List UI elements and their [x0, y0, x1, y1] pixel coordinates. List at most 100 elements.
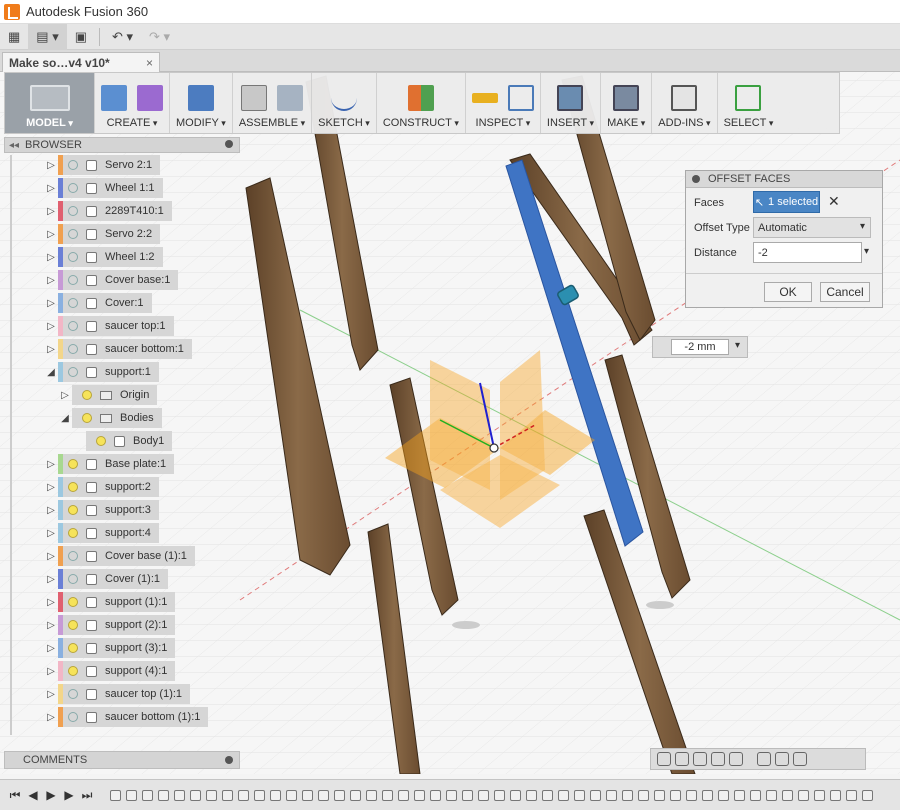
display-settings-icon[interactable] — [757, 752, 771, 766]
timeline-feature-icon[interactable] — [382, 789, 393, 801]
tree-node[interactable]: ▷ Servo 2:1 — [44, 155, 161, 175]
tree-node-chip[interactable]: Cover (1):1 — [58, 569, 169, 589]
tree-node-chip[interactable]: support:2 — [58, 477, 159, 497]
tree-node-chip[interactable]: Cover base (1):1 — [58, 546, 195, 566]
timeline-feature-icon[interactable] — [734, 789, 745, 801]
tree-node-chip[interactable]: Cover base:1 — [58, 270, 179, 290]
make-menu[interactable]: MAKE — [601, 73, 653, 133]
visibility-bulb-icon[interactable] — [68, 183, 78, 193]
expand-arrow-icon[interactable]: ▷ — [44, 597, 58, 608]
tree-node[interactable]: ▷ support (2):1 — [44, 615, 176, 635]
expand-arrow-icon[interactable]: ▷ — [44, 206, 58, 217]
expand-arrow-icon[interactable]: ▷ — [44, 344, 58, 355]
visibility-bulb-icon[interactable] — [68, 689, 78, 699]
timeline-feature-icon[interactable] — [446, 789, 457, 801]
distance-dropdown-icon[interactable]: ▾ — [864, 246, 869, 257]
select-menu[interactable]: SELECT — [718, 73, 780, 133]
zoom-icon[interactable] — [711, 752, 725, 766]
expand-arrow-icon[interactable]: ▷ — [44, 528, 58, 539]
timeline-feature-icon[interactable] — [238, 789, 249, 801]
timeline-feature-icon[interactable] — [654, 789, 665, 801]
cancel-button[interactable]: Cancel — [820, 282, 870, 302]
visibility-bulb-icon[interactable] — [82, 390, 92, 400]
addins-menu[interactable]: ADD-INS — [652, 73, 718, 133]
timeline-feature-icon[interactable] — [574, 789, 585, 801]
offset-type-dropdown[interactable]: Automatic — [753, 217, 871, 238]
visibility-bulb-icon[interactable] — [68, 344, 78, 354]
visibility-bulb-icon[interactable] — [68, 252, 78, 262]
visibility-bulb-icon[interactable] — [68, 551, 78, 561]
timeline-feature-icon[interactable] — [830, 789, 841, 801]
visibility-bulb-icon[interactable] — [68, 367, 78, 377]
visibility-bulb-icon[interactable] — [82, 413, 92, 423]
visibility-bulb-icon[interactable] — [68, 206, 78, 216]
visibility-bulb-icon[interactable] — [68, 229, 78, 239]
play-icon[interactable]: ▶ — [42, 788, 60, 802]
visibility-bulb-icon[interactable] — [68, 459, 78, 469]
expand-arrow-icon[interactable]: ▷ — [44, 252, 58, 263]
orbit-icon[interactable] — [657, 752, 671, 766]
timeline-feature-icon[interactable] — [814, 789, 825, 801]
tree-node-chip[interactable]: Base plate:1 — [58, 454, 175, 474]
visibility-bulb-icon[interactable] — [68, 505, 78, 515]
expand-arrow-icon[interactable]: ▷ — [44, 321, 58, 332]
inspect-menu[interactable]: INSPECT — [466, 73, 541, 133]
expand-arrow-icon[interactable]: ▷ — [44, 459, 58, 470]
tree-node-chip[interactable]: Servo 2:2 — [58, 224, 161, 244]
collapse-panel-icon[interactable]: ◂◂ — [9, 140, 19, 151]
timeline-feature-icon[interactable] — [798, 789, 809, 801]
timeline-feature-icon[interactable] — [462, 789, 473, 801]
timeline-feature-icon[interactable] — [302, 789, 313, 801]
viewports-icon[interactable] — [793, 752, 807, 766]
timeline-feature-icon[interactable] — [558, 789, 569, 801]
tree-node-chip[interactable]: saucer bottom:1 — [58, 339, 192, 359]
comments-panel[interactable]: COMMENTS — [4, 751, 240, 769]
visibility-bulb-icon[interactable] — [68, 160, 78, 170]
visibility-bulb-icon[interactable] — [68, 482, 78, 492]
timeline-feature-icon[interactable] — [366, 789, 377, 801]
timeline-feature-icon[interactable] — [318, 789, 329, 801]
comments-pin-icon[interactable] — [225, 756, 233, 764]
tree-node[interactable]: ▷ support:4 — [44, 523, 159, 543]
timeline-feature-icon[interactable] — [862, 789, 873, 801]
timeline-feature-icon[interactable] — [430, 789, 441, 801]
expand-arrow-icon[interactable]: ▷ — [44, 505, 58, 516]
step-forward-icon[interactable]: ▶ — [60, 788, 78, 802]
expand-arrow-icon[interactable]: ▷ — [44, 574, 58, 585]
tree-node-chip[interactable]: support (2):1 — [58, 615, 176, 635]
tree-node[interactable]: ▷ saucer top (1):1 — [44, 684, 191, 704]
step-back-icon[interactable]: ◀ — [24, 788, 42, 802]
tree-node[interactable]: ▷ Origin — [58, 385, 158, 405]
tree-node-chip[interactable]: saucer bottom (1):1 — [58, 707, 209, 727]
tree-node-chip[interactable]: support:3 — [58, 500, 159, 520]
tree-node[interactable]: ▷ saucer bottom (1):1 — [44, 707, 209, 727]
timeline-feature-icon[interactable] — [686, 789, 697, 801]
undo-icon[interactable]: ↶ ▾ — [104, 24, 141, 50]
timeline-feature-icon[interactable] — [350, 789, 361, 801]
tree-node-chip[interactable]: Bodies — [72, 408, 162, 428]
redo-icon[interactable]: ↷ ▾ — [141, 24, 178, 50]
timeline-feature-icon[interactable] — [158, 789, 169, 801]
timeline-feature-icon[interactable] — [718, 789, 729, 801]
timeline-feature-icon[interactable] — [766, 789, 777, 801]
visibility-bulb-icon[interactable] — [68, 298, 78, 308]
timeline-feature-icon[interactable] — [590, 789, 601, 801]
tree-node-chip[interactable]: support (3):1 — [58, 638, 176, 658]
tree-node[interactable]: ▷ saucer top:1 — [44, 316, 174, 336]
tree-node[interactable]: ▷ saucer bottom:1 — [44, 339, 192, 359]
tree-node[interactable]: ◢ Bodies — [58, 408, 162, 428]
tree-node-chip[interactable]: Cover:1 — [58, 293, 152, 313]
tree-node-chip[interactable]: Wheel 1:1 — [58, 178, 163, 198]
visibility-bulb-icon[interactable] — [68, 528, 78, 538]
expand-arrow-icon[interactable]: ▷ — [44, 643, 58, 654]
tree-node[interactable]: ▷ Cover base (1):1 — [44, 546, 195, 566]
go-to-end-icon[interactable]: ⏭ — [78, 788, 96, 803]
tree-node[interactable]: ▷ support (4):1 — [44, 661, 176, 681]
tree-node-chip[interactable]: Origin — [72, 385, 158, 405]
faces-selection-button[interactable]: ↖ 1 selected — [753, 191, 820, 213]
timeline-feature-icon[interactable] — [622, 789, 633, 801]
timeline-feature-icon[interactable] — [478, 789, 489, 801]
tree-node-chip[interactable]: support (1):1 — [58, 592, 176, 612]
fit-icon[interactable] — [729, 752, 743, 766]
pin-panel-icon[interactable] — [225, 140, 233, 148]
